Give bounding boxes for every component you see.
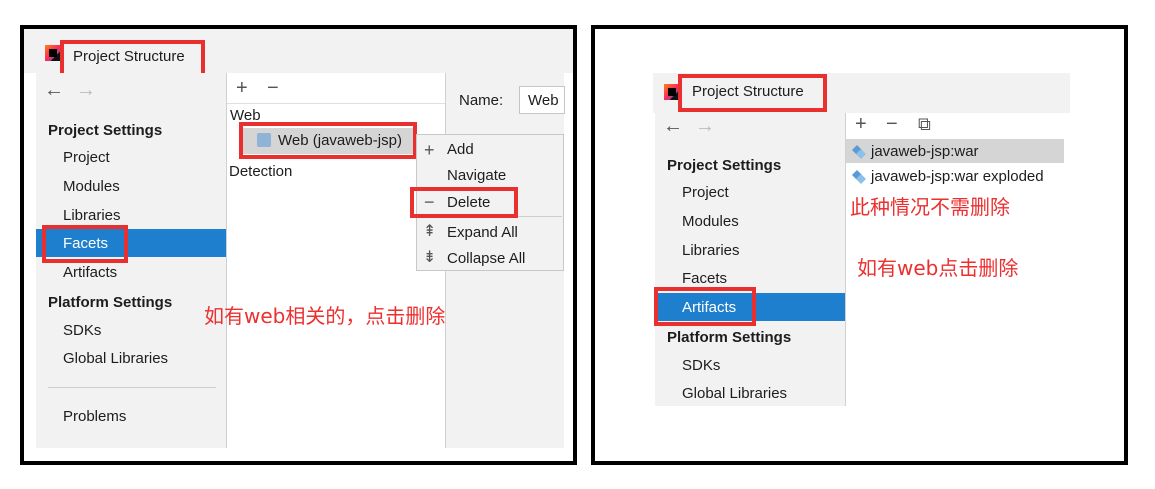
sidebar-item-artifacts[interactable]: Artifacts bbox=[63, 264, 117, 281]
sidebar-item-sdks[interactable]: SDKs bbox=[63, 322, 101, 339]
war-exploded-artifact-icon bbox=[852, 170, 866, 184]
project-settings-header: Project Settings bbox=[48, 122, 163, 139]
artifacts-highlight bbox=[654, 287, 756, 326]
add-menu-icon: + bbox=[424, 140, 435, 160]
add-facet-button[interactable]: + bbox=[236, 78, 248, 98]
menu-item-collapse-all[interactable]: Collapse All bbox=[447, 250, 525, 267]
right-annotation-2: 如有web点击删除 bbox=[857, 256, 1019, 280]
artifact-war[interactable]: javaweb-jsp:war bbox=[871, 143, 979, 160]
menu-item-add[interactable]: Add bbox=[447, 141, 474, 158]
right-sidebar-item-sdks[interactable]: SDKs bbox=[682, 357, 720, 374]
war-artifact-icon bbox=[852, 145, 866, 159]
right-sidebar-item-global-libraries[interactable]: Global Libraries bbox=[682, 385, 787, 402]
sidebar-item-modules[interactable]: Modules bbox=[63, 178, 120, 195]
remove-artifact-button[interactable]: − bbox=[886, 114, 898, 134]
artifact-war-exploded[interactable]: javaweb-jsp:war exploded bbox=[871, 168, 1044, 185]
right-sidebar-item-facets[interactable]: Facets bbox=[682, 270, 727, 287]
expand-all-icon: ⇞ bbox=[423, 223, 437, 240]
intellij-logo-icon bbox=[45, 45, 61, 61]
facets-highlight bbox=[42, 225, 128, 263]
sidebar-divider bbox=[48, 387, 216, 388]
platform-settings-header: Platform Settings bbox=[48, 294, 173, 311]
detection-item[interactable]: Detection bbox=[229, 163, 292, 180]
forward-arrow-icon[interactable]: → bbox=[76, 80, 96, 100]
right-back-arrow-icon[interactable]: ← bbox=[663, 116, 683, 136]
right-platform-settings-header: Platform Settings bbox=[667, 329, 792, 346]
toolbar-divider bbox=[227, 103, 445, 104]
right-sidebar-item-project[interactable]: Project bbox=[682, 184, 729, 201]
menu-item-expand-all[interactable]: Expand All bbox=[447, 224, 518, 241]
delete-highlight bbox=[410, 187, 518, 218]
right-title-highlight bbox=[678, 74, 827, 112]
right-sidebar-item-libraries[interactable]: Libraries bbox=[682, 242, 740, 259]
sidebar-item-libraries[interactable]: Libraries bbox=[63, 207, 121, 224]
copy-artifact-icon[interactable]: ⧉ bbox=[918, 114, 931, 134]
right-forward-arrow-icon[interactable]: → bbox=[695, 116, 715, 136]
right-annotation-1: 此种情况不需删除 bbox=[850, 195, 1010, 219]
sidebar-item-problems[interactable]: Problems bbox=[63, 408, 126, 425]
back-arrow-icon[interactable]: ← bbox=[44, 80, 64, 100]
facet-item-highlight bbox=[239, 122, 417, 159]
sidebar-item-global-libraries[interactable]: Global Libraries bbox=[63, 350, 168, 367]
right-project-settings-header: Project Settings bbox=[667, 157, 782, 174]
remove-facet-button[interactable]: − bbox=[267, 78, 279, 98]
collapse-all-icon: ⇟ bbox=[423, 249, 437, 266]
right-sidebar-item-modules[interactable]: Modules bbox=[682, 213, 739, 230]
add-artifact-button[interactable]: + bbox=[855, 114, 867, 134]
name-input[interactable]: Web bbox=[519, 86, 565, 114]
sidebar-item-project[interactable]: Project bbox=[63, 149, 110, 166]
name-label: Name: bbox=[459, 92, 504, 109]
left-annotation: 如有web相关的，点击删除 bbox=[204, 304, 446, 328]
menu-item-navigate[interactable]: Navigate bbox=[447, 167, 506, 184]
name-input-value: Web bbox=[528, 92, 559, 109]
